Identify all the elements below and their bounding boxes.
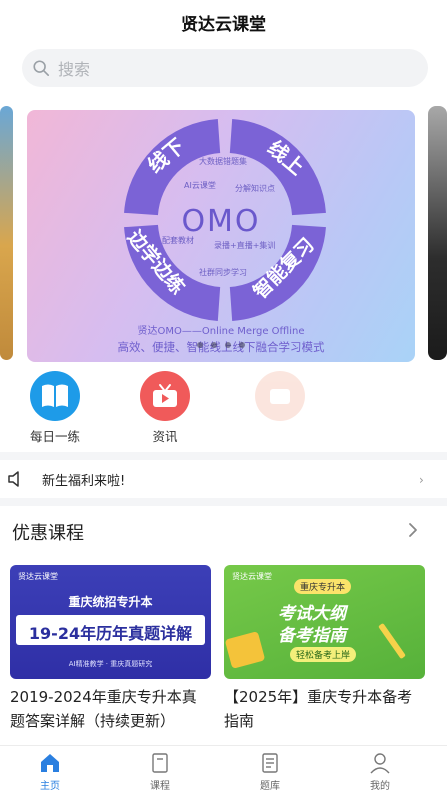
thumb-brand: 贤达云课堂 [232,572,272,581]
thumb-line: 重庆专升本 [294,579,352,594]
tab-label: 题库 [260,781,280,792]
quick-link-label: 每日一练 [29,429,80,444]
bottom-tab-bar: 主页 课程 题库 我的 [0,745,447,796]
book-icon [30,371,80,421]
carousel-dots[interactable] [197,342,245,348]
search-icon [33,60,50,77]
tab-home[interactable]: 主页 [20,752,80,792]
tab-label: 我的 [370,781,390,792]
section-divider [0,452,447,460]
search-bar[interactable]: 搜索 [22,49,428,87]
quick-link-news[interactable]: 资讯 [135,371,195,445]
course-thumbnail: 贤达云课堂 重庆专升本 考试大纲 备考指南 轻松备考上岸 [224,565,425,679]
course-title: 【2025年】重庆专升本备考指南 [224,688,413,730]
carousel-dot[interactable] [197,342,203,348]
banner-mini-label: 社群同步学习 [199,268,247,277]
carousel-dot[interactable] [225,342,231,348]
thumb-brand: 贤达云课堂 [18,572,58,581]
user-icon [370,753,390,774]
course-thumbnail: 贤达云课堂 重庆统招专升本 19-24年历年真题详解 AI精准教学 · 重庆真题… [10,565,211,679]
tab-profile[interactable]: 我的 [350,752,410,792]
tab-label: 课程 [150,781,170,792]
thumb-line: 重庆统招专升本 [68,595,153,609]
tab-question-bank[interactable]: 题库 [240,752,300,792]
banner-mini-label: 大数据错题集 [199,157,247,166]
quick-link-faded[interactable] [250,371,310,426]
search-placeholder: 搜索 [58,60,91,79]
course-card[interactable]: 贤达云课堂 重庆统招专升本 19-24年历年真题详解 AI精准教学 · 重庆真题… [10,565,211,733]
banner-mini-label: 配套教材 [162,236,194,245]
app-title: 贤达云课堂 [181,14,266,35]
banner-prev-slide[interactable] [0,106,13,360]
banner-slide[interactable]: 线下 线上 边学边练 智能复习 大数据错题集 AI云课堂 分解知识点 OMO 配… [27,110,415,362]
carousel-dot[interactable] [211,342,217,348]
app-header: 贤达云课堂 [0,0,447,44]
thumb-decoration [224,631,266,669]
section-more-chevron-icon[interactable] [407,522,419,538]
thumb-line: 19-24年历年真题详解 [28,624,193,643]
tab-label: 主页 [40,781,60,792]
thumb-line: 备考指南 [278,626,346,646]
section-title: 优惠课程 [12,523,84,544]
chevron-right-icon: › [419,473,424,487]
thumb-line: 轻松备考上岸 [290,647,357,662]
banner-caption: 贤达OMO——Online Merge Offline [137,326,305,337]
speaker-icon [8,471,19,487]
banner-mini-label: 分解知识点 [235,184,275,193]
faded-icon [255,371,305,421]
banner-mini-label: 录播+直播+集训 [214,241,276,250]
tab-courses[interactable]: 课程 [130,752,190,792]
notice-bar[interactable]: 新生福利来啦! › [0,462,447,496]
banner-next-slide[interactable] [428,106,447,360]
banner-omo-text: OMO [181,204,261,239]
home-icon [41,754,59,772]
notice-text: 新生福利来啦! [42,474,126,489]
thumb-line: AI精准教学 · 重庆真题研究 [68,660,153,668]
tv-icon [140,371,190,421]
quick-link-daily-practice[interactable]: 每日一练 [25,371,85,445]
section-divider [0,498,447,506]
course-icon [152,753,168,773]
thumb-pencil [378,622,406,660]
question-bank-icon [262,753,278,773]
course-title: 2019-2024年重庆专升本真题答案详解（持续更新） [10,688,197,730]
carousel-dot[interactable] [239,342,245,348]
course-card[interactable]: 贤达云课堂 重庆专升本 考试大纲 备考指南 轻松备考上岸 【2025年】重庆专升… [224,565,425,733]
quick-link-label: 资讯 [152,429,178,444]
banner-mini-label: AI云课堂 [184,181,216,190]
